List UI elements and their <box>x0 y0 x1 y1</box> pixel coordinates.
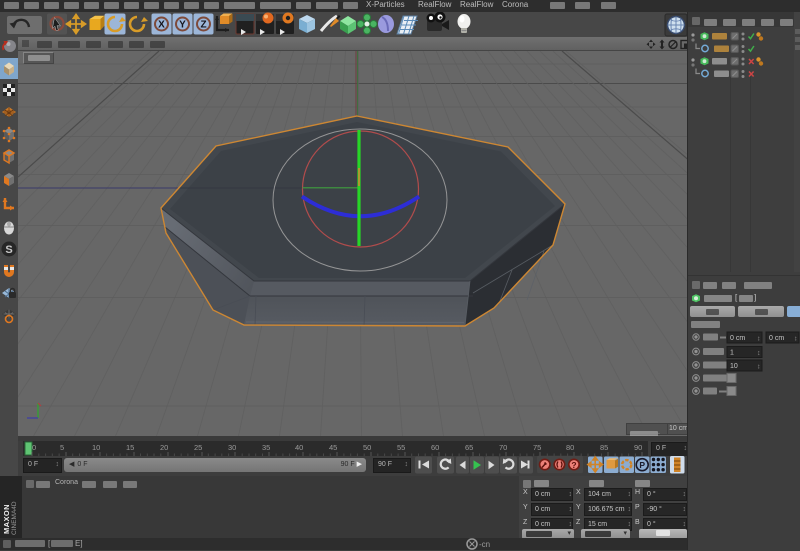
svg-text:↕: ↕ <box>794 336 798 343</box>
svg-text:1: 1 <box>730 350 734 357</box>
svg-text:55: 55 <box>397 443 405 452</box>
svg-text:50: 50 <box>363 443 371 452</box>
svg-text:↕: ↕ <box>757 336 761 343</box>
svg-text:70: 70 <box>499 443 507 452</box>
svg-text:?: ? <box>571 460 576 470</box>
svg-text:-cn: -cn <box>479 540 490 549</box>
svg-text:0: 0 <box>32 443 36 452</box>
svg-text:10: 10 <box>92 443 100 452</box>
svg-text:45: 45 <box>329 443 337 452</box>
svg-text:↕: ↕ <box>757 350 761 357</box>
svg-text:65: 65 <box>465 443 473 452</box>
svg-text:Y: Y <box>179 20 186 31</box>
svg-text:25: 25 <box>194 443 202 452</box>
svg-text:0 cm: 0 cm <box>730 335 745 342</box>
svg-text:5: 5 <box>60 443 64 452</box>
svg-text:90: 90 <box>634 443 642 452</box>
svg-text:S: S <box>5 244 12 256</box>
svg-text:80: 80 <box>566 443 574 452</box>
svg-text:10: 10 <box>730 363 738 370</box>
svg-text:60: 60 <box>431 443 439 452</box>
svg-text:35: 35 <box>262 443 270 452</box>
svg-text:85: 85 <box>600 443 608 452</box>
svg-text:30: 30 <box>228 443 236 452</box>
svg-text:15: 15 <box>126 443 134 452</box>
svg-text:P: P <box>639 460 645 470</box>
svg-text:X: X <box>158 20 165 31</box>
svg-text:Z: Z <box>200 20 206 31</box>
svg-text:20: 20 <box>160 443 168 452</box>
svg-text:↕: ↕ <box>757 364 761 371</box>
svg-text:40: 40 <box>295 443 303 452</box>
svg-text:0 cm: 0 cm <box>769 335 784 342</box>
svg-text:75: 75 <box>533 443 541 452</box>
